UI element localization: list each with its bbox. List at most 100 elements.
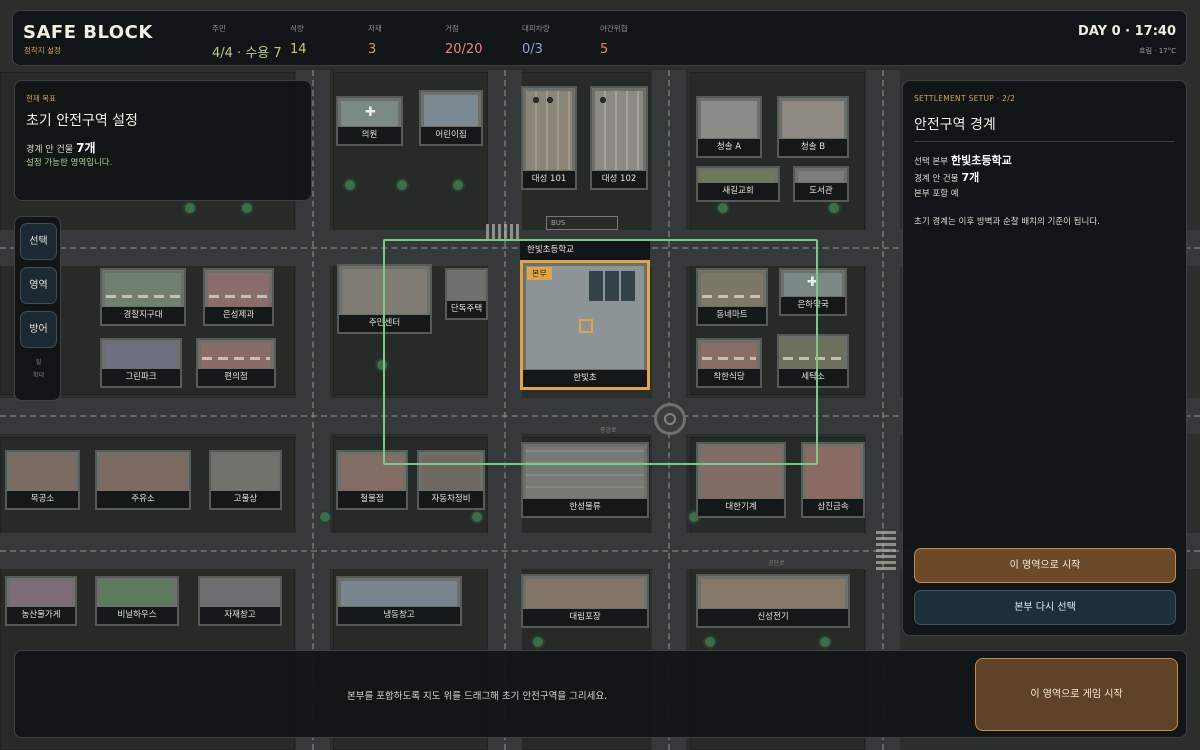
building-roof [100,455,186,490]
objective-title: 초기 안전구역 설정 [26,113,138,129]
stat-strongholds: 거점 20/20 [445,23,482,57]
tree [345,180,355,190]
lane-marking [882,70,884,750]
building-label: 한성물류 [523,499,647,516]
stat-night-threat: 야간위협 5 [600,23,628,57]
building-label: 은성제과 [205,307,272,324]
stat-value: 4/4 · 수용 7 [212,46,282,61]
building-label: 농산물가게 [7,607,75,624]
building-roof [782,101,844,138]
start-game-button[interactable]: 이 영역으로 게임 시작 [975,658,1178,731]
building-roof [701,171,775,182]
tree [397,180,407,190]
game-subtitle: 정착지 설정 [24,46,61,55]
building-church[interactable]: 새길교회 [696,166,780,202]
roof-vent [547,97,553,103]
building-electric[interactable]: 신성전기 [696,574,850,628]
building-label: 대림포장 [523,609,647,626]
objective-count-label: 경계 안 건물 [26,145,74,155]
tree [718,203,728,213]
building-roof [100,581,174,606]
building-cold-storage[interactable]: 냉동창고 [336,576,462,626]
building-label: 청솔 B [779,139,847,156]
building-label: 청솔 A [698,139,760,156]
building-clinic[interactable]: ✚ 의원 [336,96,403,146]
stat-label: 주민 [212,24,226,33]
tree [472,512,482,522]
building-label: 대한기계 [698,499,784,516]
building-packaging[interactable]: 대림포장 [521,574,649,628]
building-label: 자재창고 [200,607,280,624]
building-label: 대성 102 [592,171,646,188]
select-tool-button[interactable]: 선택 [20,223,57,260]
building-library[interactable]: 도서관 [793,166,849,202]
building-material-warehouse[interactable]: 자재창고 [198,576,282,626]
building-cheongsol-a[interactable]: 청솔 A [696,96,762,158]
setup-include-value: 예 [950,189,959,199]
stat-value: 0/3 [522,42,543,57]
stat-evac-vehicles: 대피차량 0/3 [522,23,550,57]
building-apartment-101[interactable]: 대성 101 [521,86,577,190]
building-roof [105,273,181,306]
setup-hq-row: 선택 본부 한빛초등학교 [914,152,1012,168]
setup-hq-value: 한빛초등학교 [950,154,1012,167]
building-junkyard[interactable]: 고물상 [209,450,282,510]
tree [533,637,543,647]
building-roof [526,579,644,608]
setup-title: 안전구역 경계 [914,117,996,133]
building-police-box[interactable]: 경찰지구대 [100,268,186,326]
setup-count-label: 경계 안 건물 [914,174,959,184]
building-label: 자동차정비 [419,491,483,508]
stat-materials: 자재 3 [368,23,382,57]
building-label: 새길교회 [698,183,778,200]
building-label: 편의점 [198,369,274,386]
setup-description: 초기 경계는 이후 방벽과 순찰 배치의 기준이 됩니다. [914,217,1100,227]
tree [320,512,330,522]
day-time: DAY 0 · 17:40 [1078,24,1176,39]
stat-residents: 주민 4/4 · 수용 7 [212,23,282,61]
tree [242,203,252,213]
building-produce-store[interactable]: 농산물가게 [5,576,77,626]
stat-label: 야간위협 [600,24,628,33]
roof-stripe [106,295,180,298]
building-label: 대성 101 [523,171,575,188]
building-convenience-store[interactable]: 편의점 [196,338,276,388]
start-with-zone-button[interactable]: 이 영역으로 시작 [914,548,1176,583]
building-green-park[interactable]: 그린파크 [100,338,182,388]
defense-tool-button[interactable]: 방어 [20,311,57,348]
divider [914,141,1175,142]
safe-zone-boundary[interactable] [383,239,818,465]
building-cheongsol-b[interactable]: 청솔 B [777,96,849,158]
building-roof [701,101,757,138]
tree [705,637,715,647]
crosswalk [876,530,896,570]
building-label: 의원 [338,127,401,144]
building-apartment-102[interactable]: 대성 102 [590,86,648,190]
building-roof [214,455,277,490]
building-woodshop[interactable]: 목공소 [5,450,80,510]
building-roof [201,343,271,368]
setup-hq-label: 선택 본부 [914,157,948,167]
settlement-setup-panel: SETTLEMENT SETUP · 2/2 안전구역 경계 선택 본부 한빛초등… [902,80,1187,636]
building-greenhouse[interactable]: 비닐하우스 [95,576,179,626]
tree [820,637,830,647]
stat-value: 5 [600,42,609,57]
bottom-instruction-bar: 본부를 포함하도록 지도 위를 드래그해 초기 안전구역을 그리세요. 이 영역… [14,650,1187,738]
objective-count-value: 7개 [76,141,96,155]
building-roof [10,455,75,490]
setup-step-label: SETTLEMENT SETUP · 2/2 [914,94,1016,103]
building-label: 고물상 [211,491,280,508]
setup-include-label: 본부 포함 [914,189,948,199]
building-gas-station[interactable]: 주유소 [95,450,191,510]
building-daycare[interactable]: 어린이집 [419,90,483,146]
reselect-hq-button[interactable]: 본부 다시 선택 [914,590,1176,625]
building-roof [341,581,457,606]
stat-label: 거점 [445,24,459,33]
crosswalk [486,224,520,240]
building-bakery[interactable]: 은성제과 [203,268,274,326]
setup-include-row: 본부 포함 예 [914,187,959,199]
setup-count-row: 경계 안 건물 7개 [914,169,979,185]
building-roof [798,171,844,182]
zone-tool-button[interactable]: 영역 [20,267,57,304]
stat-label: 대피차량 [522,24,550,33]
